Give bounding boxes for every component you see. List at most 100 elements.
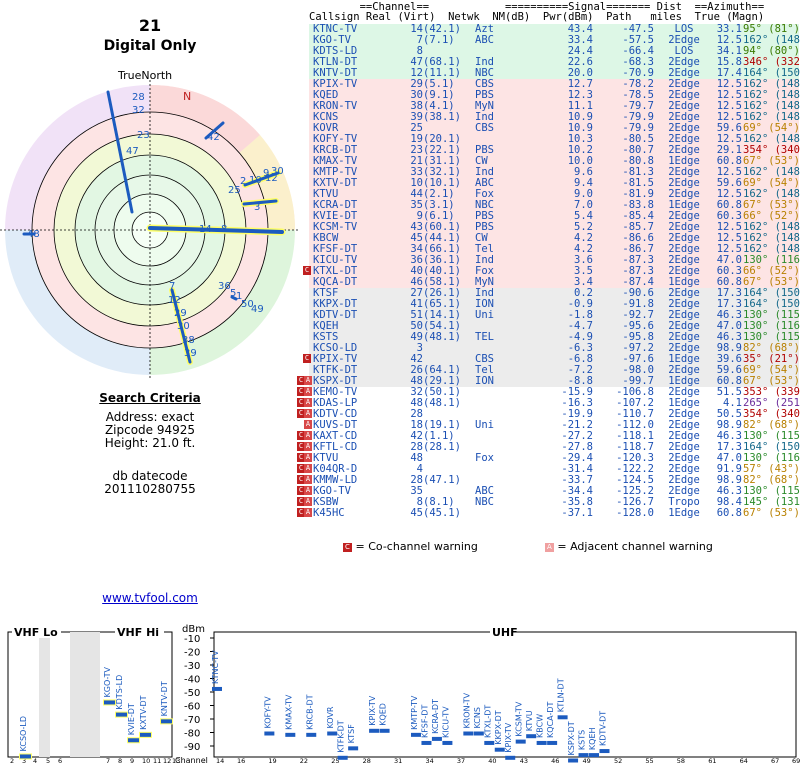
co-channel-warning-icon: C [303, 266, 311, 275]
spectrum-station-label: KTSF [347, 724, 356, 744]
cell-net: Uni [475, 419, 494, 431]
co-channel-warning-icon: C [303, 354, 311, 363]
table-row: K45HC 45 (45.1) -37.1 -128.0 1Edge 60.8 67° (53… [297, 507, 800, 519]
adjacent-channel-warning-icon: A [304, 453, 312, 462]
x-tick: 49 [583, 757, 591, 765]
spectrum-station-label: KTLN-DT [557, 678, 566, 712]
spectrum-station-label: KFSF-DT [420, 705, 429, 738]
y-tick: -20 [184, 648, 200, 659]
x-tick: 8 [118, 757, 122, 765]
adjacent-channel-mark: A [544, 542, 554, 552]
cell-virt: (28.1) [423, 441, 461, 453]
adjacent-channel-warning-icon: A [304, 464, 312, 473]
vhf-lo-label: VHF Lo [14, 626, 58, 639]
adjacent-channel-warning-icon: A [304, 508, 312, 517]
y-tick: -40 [184, 675, 200, 686]
cell-net: ION [475, 375, 494, 387]
adjacent-channel-warning-icon: A [304, 376, 312, 385]
digital-mode: Digital Only [103, 38, 197, 54]
spectrum-bar [536, 740, 547, 745]
y-tick: -80 [184, 729, 200, 740]
spectrum-bar [306, 732, 317, 737]
spectrum-station-label: KTVU [525, 710, 534, 731]
x-tick: 5 [46, 757, 50, 765]
svg-text:36: 36 [218, 281, 231, 292]
warning-legend: C = Co-channel warning A = Adjacent chan… [343, 540, 713, 553]
spectrum-station-label: KCSM-TV [515, 701, 524, 736]
tvfool-link[interactable]: www.tvfool.com [102, 591, 198, 605]
y-tick: -70 [184, 715, 200, 726]
search-height: Height: 21.0 ft. [104, 436, 196, 450]
spectrum-station-label: KPIX-TV [504, 722, 513, 753]
x-tick: 34 [425, 757, 433, 765]
channel-axis-label: Channel [175, 756, 208, 765]
x-tick: 46 [551, 757, 559, 765]
svg-text:28: 28 [132, 92, 145, 103]
x-tick: 61 [708, 757, 716, 765]
adjacent-channel-warning-icon: A [304, 409, 312, 418]
spectrum-station-label: KTXL-DT [483, 705, 492, 738]
svg-text:42: 42 [207, 132, 220, 143]
spectrum-bar [140, 732, 151, 737]
spectrum-bar [568, 758, 579, 763]
vhf-gap-band [39, 632, 50, 757]
spectrum-station-label: KOVR [326, 706, 335, 728]
polar-plot: N 28 32 23 47 42 2 25 10 9 12 30 3 14 8 … [0, 80, 300, 380]
cell-call: K45HC [313, 507, 345, 519]
spectrum-bar [515, 739, 526, 744]
x-tick: 22 [300, 757, 308, 765]
x-tick: 10 [142, 757, 150, 765]
spectrum-station-label: KDTS-LD [115, 675, 124, 710]
spectrum-station-label: KRCB-DT [305, 694, 314, 730]
spectrum-bar [557, 715, 568, 720]
adjacent-channel-warning-icon: A [304, 486, 312, 495]
spectrum-bar [161, 719, 172, 724]
spectrum-station-label: KDTV-DT [598, 711, 607, 746]
search-criteria-title: Search Criteria [99, 391, 201, 405]
cell-virt: (7.1) [423, 34, 455, 46]
cell-nm: -37.1 [561, 507, 593, 519]
cell-net: Uni [475, 309, 494, 321]
cell-virt: (45.1) [423, 507, 461, 519]
spectrum-chart: VHF Lo VHF Hi UHFdBm-10-20-30-40-50-60-70-… [7, 624, 800, 765]
search-criteria: Search Criteria Address: exact Zipcode 9… [0, 392, 300, 496]
y-tick: -30 [184, 661, 200, 672]
spectrum-station-label: KCSO-LD [19, 716, 28, 752]
x-tick: 40 [488, 757, 496, 765]
adjacent-channel-warning-icon: A [304, 387, 312, 396]
svg-text:30: 30 [177, 321, 190, 332]
y-tick: -10 [184, 634, 200, 645]
spectrum-station-label: KCRA-DT [431, 699, 440, 734]
adjacent-channel-warning-icon: A [304, 475, 312, 484]
adjacent-channel-warning-icon: A [304, 420, 312, 429]
cell-virt: (48.1) [423, 331, 461, 343]
x-tick: 14 [216, 757, 224, 765]
x-tick: 64 [740, 757, 748, 765]
spectrum-bar [20, 754, 31, 759]
spectrum-bar [505, 755, 516, 760]
x-tick: 2 [10, 757, 14, 765]
svg-text:48: 48 [27, 229, 40, 240]
spectrum-station-label: KTFK-DT [337, 720, 346, 753]
x-tick: 37 [457, 757, 465, 765]
spectrum-station-label: KQEH [588, 727, 597, 750]
x-tick: 58 [677, 757, 685, 765]
y-tick: -90 [184, 742, 200, 753]
cell-virt: (38.1) [423, 111, 461, 123]
spectrum-bar [547, 740, 558, 745]
spectrum-station-label: KKPX-DT [494, 710, 503, 744]
x-tick: 16 [237, 757, 245, 765]
svg-text:30: 30 [271, 166, 284, 177]
cell-real: 45 [410, 507, 423, 519]
spectrum-bar [104, 700, 115, 705]
spectrum-station-label: KGO-TV [103, 666, 112, 697]
spectrum-station-label: KOFY-TV [263, 696, 272, 729]
x-tick: 69 [792, 757, 800, 765]
spectrum-station-label: KNTV-DT [160, 681, 169, 716]
spectrum-station-label: KBCW [536, 714, 545, 738]
spectrum-station-label: KQED [379, 703, 388, 726]
spectrum-bar [116, 712, 127, 717]
x-tick: 7 [106, 757, 110, 765]
svg-text:25: 25 [228, 185, 241, 196]
svg-text:12: 12 [168, 295, 181, 306]
